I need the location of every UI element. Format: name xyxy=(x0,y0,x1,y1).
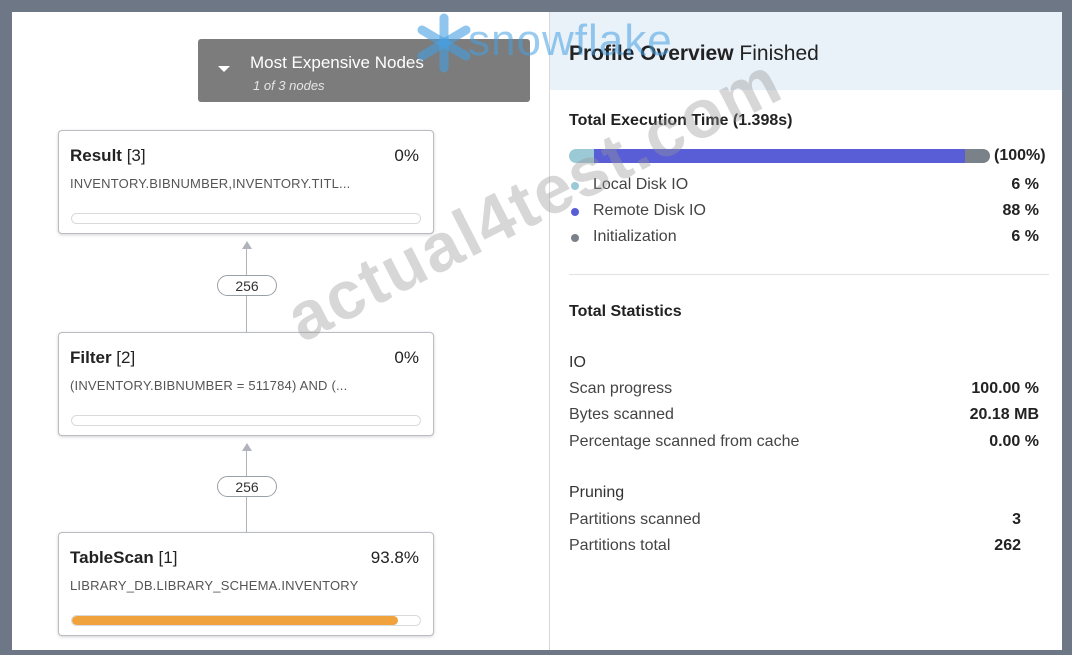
arrow-up-icon xyxy=(242,443,252,451)
node-percent: 0% xyxy=(394,348,419,367)
caret-down-icon xyxy=(218,66,230,72)
arrow-up-icon xyxy=(242,241,252,249)
pruning-group-title: Pruning xyxy=(569,484,625,501)
legend-label: Initialization xyxy=(593,228,677,245)
edge-row-count: 256 xyxy=(217,275,277,296)
stat-partitions-total: Partitions total 262 xyxy=(569,537,1021,559)
stat-partitions-scanned: Partitions scanned 3 xyxy=(569,511,1021,533)
query-profile-window: Most Expensive Nodes 1 of 3 nodes Result… xyxy=(12,12,1062,650)
io-group-title: IO xyxy=(569,354,586,371)
stat-label: Bytes scanned xyxy=(569,406,674,423)
node-title: Result [3] xyxy=(70,146,146,165)
stat-value: 3 xyxy=(1012,511,1021,528)
stat-value: 20.18 MB xyxy=(969,406,1039,423)
legend-label: Remote Disk IO xyxy=(593,202,706,219)
stat-percentage-cache: Percentage scanned from cache 0.00 % xyxy=(569,433,1039,455)
node-percent: 0% xyxy=(394,146,419,165)
legend-value: 6 % xyxy=(1011,176,1039,193)
bar-segment-initialization xyxy=(964,149,990,163)
stat-scan-progress: Scan progress 100.00 % xyxy=(569,380,1039,402)
node-result[interactable]: Result [3] 0% INVENTORY.BIBNUMBER,INVENT… xyxy=(58,130,434,234)
node-description: LIBRARY_DB.LIBRARY_SCHEMA.INVENTORY xyxy=(70,578,359,593)
stat-value: 0.00 % xyxy=(989,433,1039,450)
node-description: INVENTORY.BIBNUMBER,INVENTORY.TITL... xyxy=(70,176,351,191)
legend-value: 6 % xyxy=(1011,228,1039,245)
stat-label: Percentage scanned from cache xyxy=(569,433,800,450)
node-progress-bar xyxy=(71,615,421,626)
most-expensive-title: Most Expensive Nodes xyxy=(250,53,424,72)
section-divider xyxy=(569,274,1049,275)
node-progress-bar xyxy=(71,213,421,224)
stat-label: Scan progress xyxy=(569,380,673,397)
node-title: Filter [2] xyxy=(70,348,136,367)
stat-label: Partitions total xyxy=(569,537,671,554)
most-expensive-subtitle: 1 of 3 nodes xyxy=(253,78,325,93)
statistics-title: Total Statistics xyxy=(569,303,682,320)
legend-dot xyxy=(571,234,579,242)
stat-label: Partitions scanned xyxy=(569,511,701,528)
node-progress-bar xyxy=(71,415,421,426)
stat-value: 100.00 % xyxy=(971,380,1039,397)
operator-tree-panel: Most Expensive Nodes 1 of 3 nodes Result… xyxy=(12,12,549,650)
node-description: (INVENTORY.BIBNUMBER = 511784) AND (... xyxy=(70,378,348,393)
node-progress-fill xyxy=(72,616,399,625)
snowflake-watermark: snowflake xyxy=(468,16,673,65)
node-percent: 93.8% xyxy=(370,548,419,567)
edge-row-count: 256 xyxy=(217,476,277,497)
node-filter[interactable]: Filter [2] 0% (INVENTORY.BIBNUMBER = 511… xyxy=(58,332,434,436)
legend-value: 88 % xyxy=(1002,202,1039,219)
legend-remote-disk-io: Remote Disk IO 88 % xyxy=(569,202,1049,224)
stat-bytes-scanned: Bytes scanned 20.18 MB xyxy=(569,406,1039,428)
legend-initialization: Initialization 6 % xyxy=(569,228,1049,250)
node-tablescan[interactable]: TableScan [1] 93.8% LIBRARY_DB.LIBRARY_S… xyxy=(58,532,434,636)
execution-total-percent: (100%) xyxy=(994,147,1046,164)
node-title: TableScan [1] xyxy=(70,548,178,567)
stat-value: 262 xyxy=(994,537,1021,554)
